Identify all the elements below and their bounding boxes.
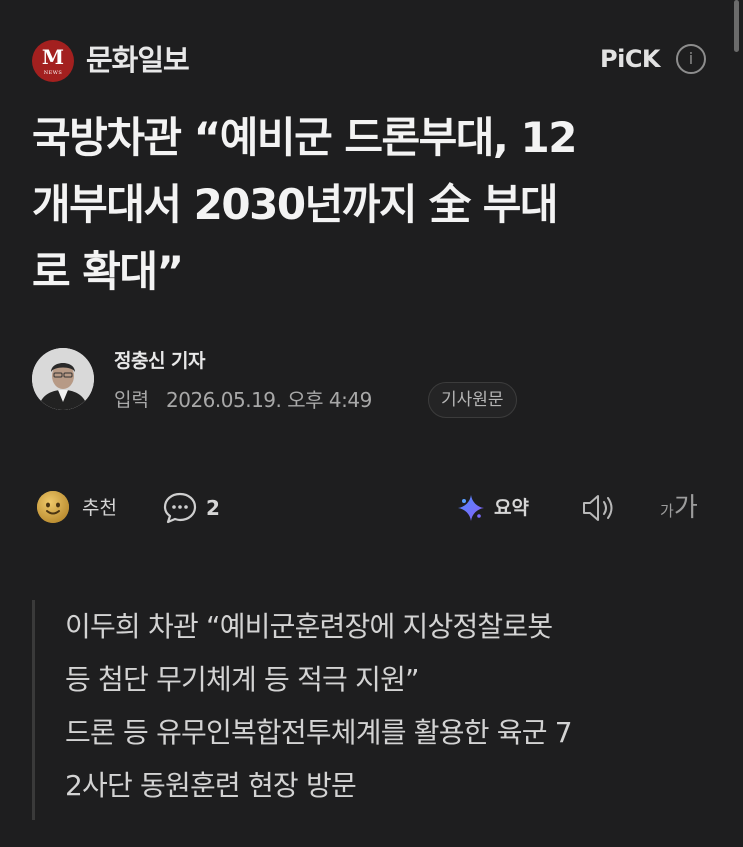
summary-label: 요약 (494, 497, 529, 519)
article-title: 국방차관 “예비군 드론부대, 12 개부대서 2030년까지 全 부대 로 확… (32, 104, 722, 305)
ai-summary-icon (458, 495, 484, 521)
font-small-glyph: 가 (660, 502, 674, 520)
font-size-icon: 가가 (660, 488, 698, 531)
comment-bubble-icon (163, 492, 197, 524)
reporter-name[interactable]: 정충신 기자 (114, 348, 206, 374)
font-big-glyph: 가 (673, 493, 698, 523)
article-summary: 이두희 차관 “예비군훈련장에 지상정찰로봇 등 첨단 무기체계 등 적극 지원… (32, 600, 722, 820)
info-icon[interactable]: i (676, 44, 706, 74)
comment-button[interactable]: 2 (162, 488, 232, 528)
font-size-button[interactable]: 가가 (660, 488, 720, 528)
article-header: M NEWS 문화일보 PiCK i (32, 38, 712, 84)
reporter-avatar[interactable] (32, 348, 94, 410)
summary-line: 등 첨단 무기체계 등 적극 지원” (65, 663, 420, 696)
summary-line: 드론 등 유무인복합전투체계를 활용한 육군 7 (65, 716, 573, 749)
speaker-icon (583, 495, 613, 521)
summary-button[interactable]: 요약 (456, 488, 546, 528)
pick-label[interactable]: PiCK (600, 44, 661, 74)
title-line: 국방차관 “예비군 드론부대, 12 (32, 113, 577, 162)
recommend-button[interactable]: 추천 (36, 488, 136, 528)
press-logo-letter: M (41, 45, 65, 69)
summary-line: 이두희 차관 “예비군훈련장에 지상정찰로봇 (65, 610, 553, 643)
input-label: 입력 (114, 389, 149, 411)
summary-line: 2사단 동원훈련 현장 방문 (65, 769, 357, 802)
summary-text: 이두희 차관 “예비군훈련장에 지상정찰로봇 등 첨단 무기체계 등 적극 지원… (65, 600, 725, 812)
smile-face-icon (37, 491, 69, 523)
title-line: 로 확대” (32, 247, 184, 296)
press-logo-sub: NEWS (43, 70, 63, 76)
recommend-label: 추천 (82, 497, 117, 519)
reporter-photo-icon (32, 348, 94, 410)
original-article-button[interactable]: 기사원문 (428, 382, 517, 418)
input-datetime: 2026.05.19. 오후 4:49 (166, 388, 372, 412)
comment-count: 2 (206, 496, 220, 520)
press-logo[interactable]: M NEWS (32, 40, 74, 82)
tts-button[interactable] (580, 488, 620, 528)
title-line: 개부대서 2030년까지 全 부대 (32, 180, 559, 229)
press-name[interactable]: 문화일보 (86, 42, 190, 78)
action-bar: 추천 2 요약 가가 (32, 488, 712, 528)
scrollbar[interactable] (734, 0, 739, 52)
byline: 정충신 기자 입력 2026.05.19. 오후 4:49 기사원문 (32, 348, 712, 418)
